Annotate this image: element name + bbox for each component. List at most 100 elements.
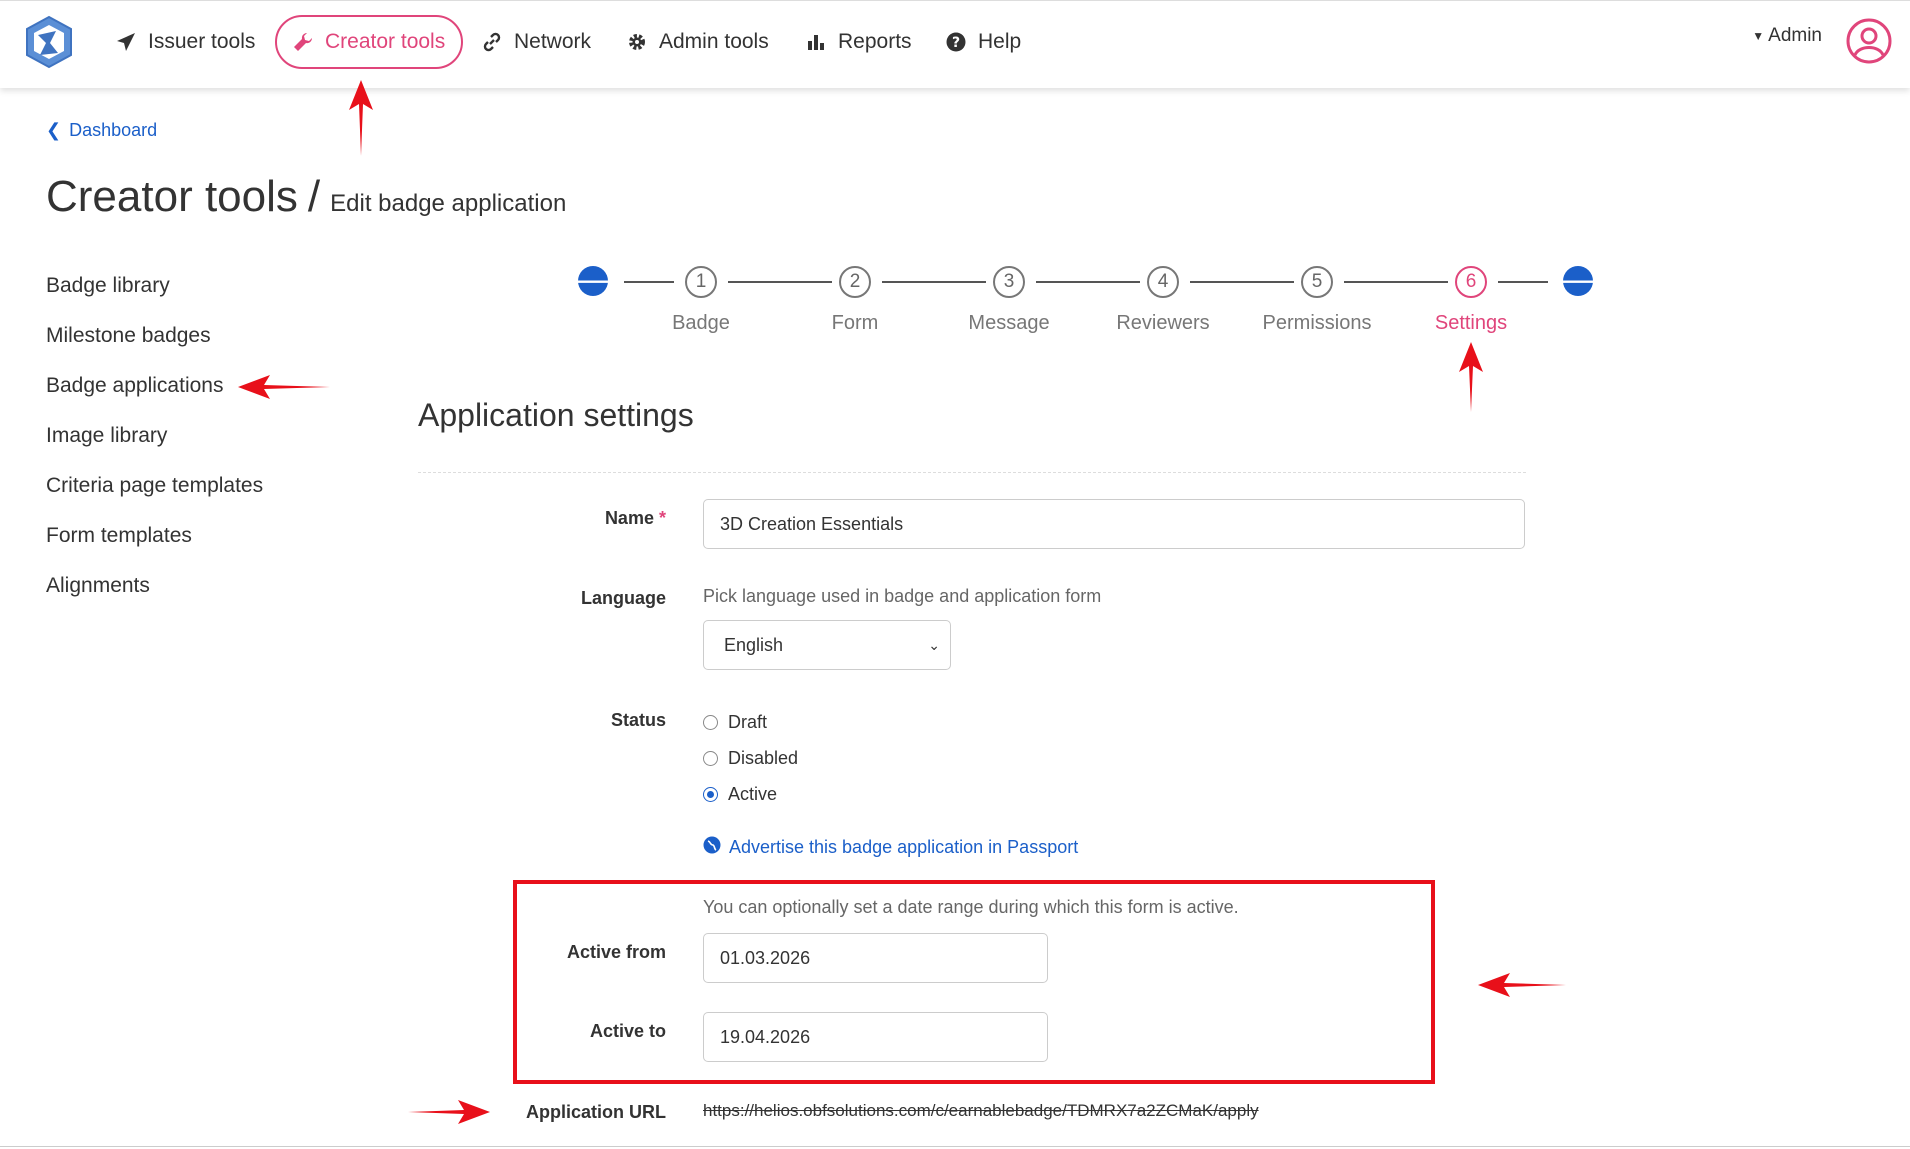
sidebar-item-criteria-page-templates[interactable]: Criteria page templates [46, 468, 263, 518]
step-label: Settings [1434, 312, 1508, 334]
step-settings[interactable]: 6 Settings [1401, 266, 1541, 335]
sidebar-item-badge-library[interactable]: Badge library [46, 268, 263, 318]
step-number: 2 [839, 266, 871, 298]
sidebar-item-alignments[interactable]: Alignments [46, 568, 263, 618]
step-number: 4 [1147, 266, 1179, 298]
name-label: Name * [426, 508, 666, 529]
language-help-text: Pick language used in badge and applicat… [703, 586, 1102, 606]
nav-issuer-tools-label: Issuer tools [148, 30, 256, 53]
status-option-active[interactable]: Active [703, 784, 777, 805]
nav-network[interactable]: Network [482, 15, 591, 69]
nav-admin-tools[interactable]: Admin tools [627, 15, 769, 69]
gear-icon [627, 32, 647, 52]
caret-down-icon: ▼ [1752, 29, 1765, 43]
name-input-value: 3D Creation Essentials [720, 513, 904, 534]
step-label: Reviewers [1116, 312, 1210, 334]
stepper-prev-button[interactable]: 🡐 [566, 266, 620, 296]
annotation-arrow-left-badge-applications [238, 375, 330, 399]
active-from-label: Active from [566, 942, 666, 962]
paper-plane-icon [116, 32, 136, 52]
sidebar-item-milestone-badges[interactable]: Milestone badges [46, 318, 263, 368]
language-select[interactable]: English ⌄ [703, 620, 951, 670]
chevron-left-icon: ❮ [46, 120, 62, 140]
wizard-stepper: 🡐 🡒 1 Badge 2 Form 3 Message 4 Reviewers… [566, 266, 1605, 346]
active-to-label: Active to [589, 1021, 666, 1041]
radio-disabled[interactable] [703, 751, 718, 766]
wrench-icon [293, 32, 313, 52]
section-title: Application settings [418, 397, 694, 433]
question-circle-icon: ? [946, 32, 966, 52]
annotation-arrow-up-settings [1459, 342, 1483, 412]
step-label: Badge [672, 312, 730, 334]
admin-menu[interactable]: ▼ Admin [1752, 25, 1822, 47]
nav-creator-tools-label: Creator tools [325, 30, 446, 53]
link-icon [482, 32, 502, 52]
step-message[interactable]: 3 Message [939, 266, 1079, 335]
nav-reports-label: Reports [838, 30, 912, 53]
annotation-arrow-up-creator [349, 80, 373, 156]
section-divider [418, 472, 1526, 473]
nav-help[interactable]: ? Help [946, 15, 1021, 69]
arrow-left-icon: 🡐 [566, 270, 620, 293]
step-badge[interactable]: 1 Badge [631, 266, 771, 335]
active-from-value: 01.03.2026 [720, 947, 811, 968]
step-label: Message [968, 312, 1050, 334]
user-avatar-icon[interactable] [1846, 18, 1892, 64]
language-select-value: English [724, 634, 784, 655]
active-to-input[interactable]: 19.04.2026 [703, 1012, 1048, 1062]
bottom-divider [0, 1146, 1910, 1147]
top-navbar: Issuer tools Creator tools Network Admin… [0, 0, 1910, 88]
breadcrumb-dashboard-label: Dashboard [69, 120, 158, 140]
step-reviewers[interactable]: 4 Reviewers [1093, 266, 1233, 335]
active-to-value: 19.04.2026 [720, 1026, 811, 1047]
status-option-draft[interactable]: Draft [703, 712, 767, 733]
breadcrumb-back-link[interactable]: ❮ Dashboard [46, 120, 157, 141]
admin-label: Admin [1768, 25, 1822, 46]
annotation-arrow-left-date-range [1478, 973, 1566, 997]
radio-draft-label: Draft [728, 712, 768, 732]
step-permissions[interactable]: 5 Permissions [1247, 266, 1387, 335]
radio-active[interactable] [703, 787, 718, 802]
name-label-text: Name [604, 508, 654, 528]
title-separator: / [307, 172, 321, 221]
step-number: 5 [1301, 266, 1333, 298]
sidebar: Badge library Milestone badges Badge app… [46, 268, 263, 618]
radio-draft[interactable] [703, 715, 718, 730]
nav-issuer-tools[interactable]: Issuer tools [116, 15, 255, 69]
arrow-right-icon: 🡒 [1551, 270, 1605, 293]
page-title-main: Creator tools [46, 172, 298, 221]
required-asterisk: * [658, 508, 666, 528]
nav-help-label: Help [978, 30, 1022, 53]
application-url-value[interactable]: https://helios.obfsolutions.com/c/earnab… [703, 1101, 1259, 1121]
name-input[interactable]: 3D Creation Essentials [703, 499, 1525, 549]
active-from-input[interactable]: 01.03.2026 [703, 933, 1048, 983]
advertise-passport-link[interactable]: Advertise this badge application in Pass… [703, 836, 1078, 859]
sidebar-item-badge-applications[interactable]: Badge applications [46, 368, 263, 418]
language-label: Language [580, 588, 666, 608]
sidebar-item-form-templates[interactable]: Form templates [46, 518, 263, 568]
step-number: 3 [993, 266, 1025, 298]
application-url-label: Application URL [526, 1102, 666, 1122]
step-number: 1 [685, 266, 717, 298]
status-option-disabled[interactable]: Disabled [703, 748, 798, 769]
step-form[interactable]: 2 Form [785, 266, 925, 335]
radio-active-label: Active [728, 784, 778, 804]
step-number: 6 [1455, 266, 1487, 298]
nav-reports[interactable]: Reports [806, 15, 912, 69]
status-label: Status [610, 710, 666, 730]
app-logo-icon[interactable] [24, 15, 74, 69]
radio-disabled-label: Disabled [728, 748, 799, 768]
stepper-next-button[interactable]: 🡒 [1551, 266, 1605, 296]
nav-admin-tools-label: Admin tools [659, 30, 769, 53]
step-label: Form [831, 312, 879, 334]
globe-icon [703, 836, 721, 859]
page-subtitle: Edit badge application [330, 190, 567, 217]
nav-creator-tools[interactable]: Creator tools [275, 15, 464, 69]
chevron-down-icon: ⌄ [928, 636, 940, 653]
svg-text:?: ? [952, 35, 960, 51]
sidebar-item-image-library[interactable]: Image library [46, 418, 263, 468]
advertise-passport-label: Advertise this badge application in Pass… [729, 837, 1079, 857]
nav-network-label: Network [514, 30, 592, 53]
step-label: Permissions [1262, 312, 1372, 334]
bar-chart-icon [806, 32, 826, 52]
